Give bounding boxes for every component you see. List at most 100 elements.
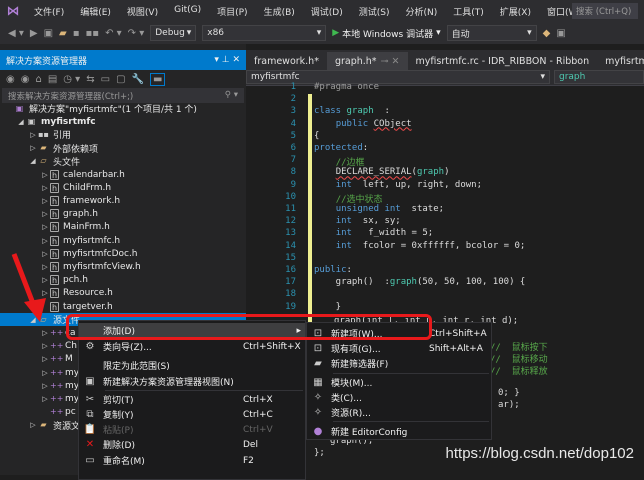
undo-icon[interactable]: ↶ ▾ [105, 28, 122, 39]
menu-item[interactable]: 视图(V) [119, 5, 166, 18]
menu-item-cut[interactable]: ✂ 剪切(T) Ctrl+X [79, 392, 305, 407]
collapse-icon[interactable]: ▭ [101, 74, 110, 85]
expander-icon[interactable]: ▷ [40, 329, 50, 337]
code-line[interactable]: //选中状态 [314, 192, 383, 205]
new-project-icon[interactable]: ▣ [44, 28, 53, 39]
home-icon[interactable]: ⌂ [35, 74, 41, 85]
sync-icon[interactable]: ⇆ [86, 74, 94, 85]
pin-icon[interactable]: ⊸ ✕ [381, 56, 400, 67]
code-line-partial[interactable]: }; [314, 448, 325, 458]
menu-item[interactable]: 调试(D) [303, 5, 351, 18]
menu-item-existing-item[interactable]: ⊡ 现有项(G)... Shift+Alt+A [307, 341, 491, 356]
menu-item[interactable]: Git(G) [166, 5, 209, 18]
code-line[interactable]: { [314, 131, 319, 141]
code-line[interactable]: #pragma once [314, 82, 379, 92]
menu-item[interactable]: 项目(P) [209, 5, 255, 18]
run-mode-select[interactable]: 自动 ▾ [446, 25, 537, 41]
expander-icon[interactable]: ▷ [28, 421, 38, 429]
expander-icon[interactable]: ▷ [40, 369, 50, 377]
expander-icon[interactable]: ◢ [16, 118, 26, 126]
search-input[interactable]: 搜索 (Ctrl+Q) [572, 3, 638, 19]
switch-view-icon[interactable]: ▤ [48, 74, 57, 85]
menu-item[interactable]: 文件(F) [26, 5, 72, 18]
code-line[interactable]: //边框 [314, 155, 365, 168]
menu-item-add[interactable]: 限定为此范围(S) [79, 358, 305, 373]
tree-item[interactable]: ▷ h calendarbar.h [0, 168, 246, 181]
tab-1[interactable]: graph.h* ⊸ ✕ [326, 52, 408, 70]
properties-icon[interactable]: 🔧 [132, 74, 144, 85]
code-line[interactable]: graph() :graph(50, 50, 100, 100) { [314, 277, 526, 287]
expander-icon[interactable]: ▷ [40, 171, 50, 179]
menu-item-editorconfig[interactable]: ● 新建 EditorConfig [307, 424, 491, 439]
code-line[interactable]: DECLARE_SERIAL(graph) [314, 167, 450, 177]
menu-item-new-view[interactable]: ▣ 新建解决方案资源管理器视图(N) [79, 374, 305, 389]
code-line[interactable]: } [314, 302, 341, 312]
code-line-partial[interactable]: 0; } [498, 388, 520, 398]
expander-icon[interactable]: ▷ [40, 184, 50, 192]
tree-item[interactable]: ◢ ▣ myfisrtmfc [0, 115, 246, 128]
tab-2[interactable]: myfisrtmfc.rc - IDR_RIBBON - Ribbon [408, 52, 598, 70]
menu-item-class[interactable]: ✧ 类(C)... [307, 390, 491, 405]
tree-item[interactable]: ▷ ▰ 外部依赖项 [0, 142, 246, 155]
menu-item-new-filter[interactable]: ▰ 新建筛选器(F) [307, 356, 491, 371]
tab-0[interactable]: framework.h* [246, 52, 327, 70]
expander-icon[interactable]: ▷ [40, 342, 50, 350]
code-line-partial[interactable]: // 鼠标释放 [490, 364, 548, 377]
menu-item-resource[interactable]: ✧ 资源(R)... [307, 405, 491, 420]
forward-icon[interactable]: ◉ [21, 74, 30, 85]
menu-item[interactable]: 分析(N) [397, 5, 445, 18]
tree-item[interactable]: ▷ h ChildFrm.h [0, 181, 246, 194]
code-line[interactable]: protected: [314, 143, 368, 153]
tab-3[interactable]: myfisrtmfcV [597, 52, 644, 70]
code-line[interactable]: int sx, sy; [314, 216, 401, 226]
tree-item[interactable]: ▷ h MainFrm.h [0, 221, 246, 234]
image-icon[interactable]: ▣ [556, 28, 565, 39]
menu-item[interactable]: 生成(B) [256, 5, 303, 18]
expander-icon[interactable]: ▷ [40, 210, 50, 218]
pending-changes-icon[interactable]: ◷ ▾ [63, 74, 80, 85]
menu-item-paste[interactable]: 📋 粘贴(P) Ctrl+V [79, 422, 305, 437]
code-line[interactable]: int left, up, right, down; [314, 180, 482, 190]
expander-icon[interactable]: ▷ [40, 223, 50, 231]
close-icon[interactable]: ✕ [232, 55, 240, 65]
type-scope-select[interactable]: graph [554, 70, 644, 84]
menu-item-copy[interactable]: ⧉ 复制(Y) Ctrl+C [79, 407, 305, 422]
forward-icon[interactable]: ▶ [30, 28, 38, 39]
expander-icon[interactable]: ▷ [28, 144, 38, 152]
expander-icon[interactable]: ▷ [40, 197, 50, 205]
pin-icon[interactable]: ⊥ [222, 55, 230, 65]
tree-item[interactable]: ▷ ▪▪ 引用 [0, 128, 246, 142]
expander-icon[interactable]: ◢ [28, 157, 38, 165]
tree-item[interactable]: ◢ ▱ 头文件 [0, 155, 246, 168]
tree-item[interactable]: ▷ h graph.h [0, 208, 246, 221]
menu-item-class-wizard[interactable]: ⚙ 类向导(Z)... Ctrl+Shift+X [79, 339, 305, 354]
code-line[interactable]: class graph : [314, 106, 390, 116]
code-line[interactable]: int fcolor = 0xffffff, bcolor = 0; [314, 241, 526, 251]
code-line[interactable]: public CObject [314, 119, 412, 129]
tree-item[interactable]: ▷ h framework.h [0, 194, 246, 207]
tool-icon[interactable]: ◆ [543, 28, 551, 39]
platform-select[interactable]: x86 ▾ [202, 25, 327, 41]
expander-icon[interactable]: ▷ [28, 131, 38, 139]
save-icon[interactable]: ▪ [73, 28, 80, 39]
back-icon[interactable]: ◀ ▾ [8, 28, 24, 39]
tree-item[interactable]: ▣ 解决方案"myfisrtmfc"(1 个项目/共 1 个) [0, 102, 246, 116]
solution-search-input[interactable]: 搜索解决方案资源管理器(Ctrl+;) ⚲ ▾ [2, 88, 244, 103]
expander-icon[interactable]: ▷ [40, 395, 50, 403]
menu-item-module[interactable]: ▦ 模块(M)... [307, 375, 491, 390]
preview-icon[interactable]: ▬ [149, 72, 166, 86]
expander-icon[interactable]: ▷ [40, 382, 50, 390]
back-icon[interactable]: ◉ [6, 74, 15, 85]
run-debugger-button[interactable]: ▶ 本地 Windows 调试器 ▾ [332, 27, 440, 40]
menu-item[interactable]: 工具(T) [445, 5, 492, 18]
open-icon[interactable]: ▰ [59, 28, 67, 39]
menu-item[interactable]: 测试(S) [351, 5, 398, 18]
save-all-icon[interactable]: ▪▪ [86, 28, 100, 39]
menu-item[interactable]: 编辑(E) [72, 5, 119, 18]
config-select[interactable]: Debug ▾ [150, 25, 197, 41]
code-line-partial[interactable]: ar); [498, 400, 520, 410]
code-line[interactable]: public: [314, 265, 352, 275]
menu-item-delete[interactable]: ✕ 删除(D) Del [79, 437, 305, 452]
code-line[interactable]: unsigned int state; [314, 204, 444, 214]
code-line[interactable]: int f_width = 5; [314, 228, 434, 238]
